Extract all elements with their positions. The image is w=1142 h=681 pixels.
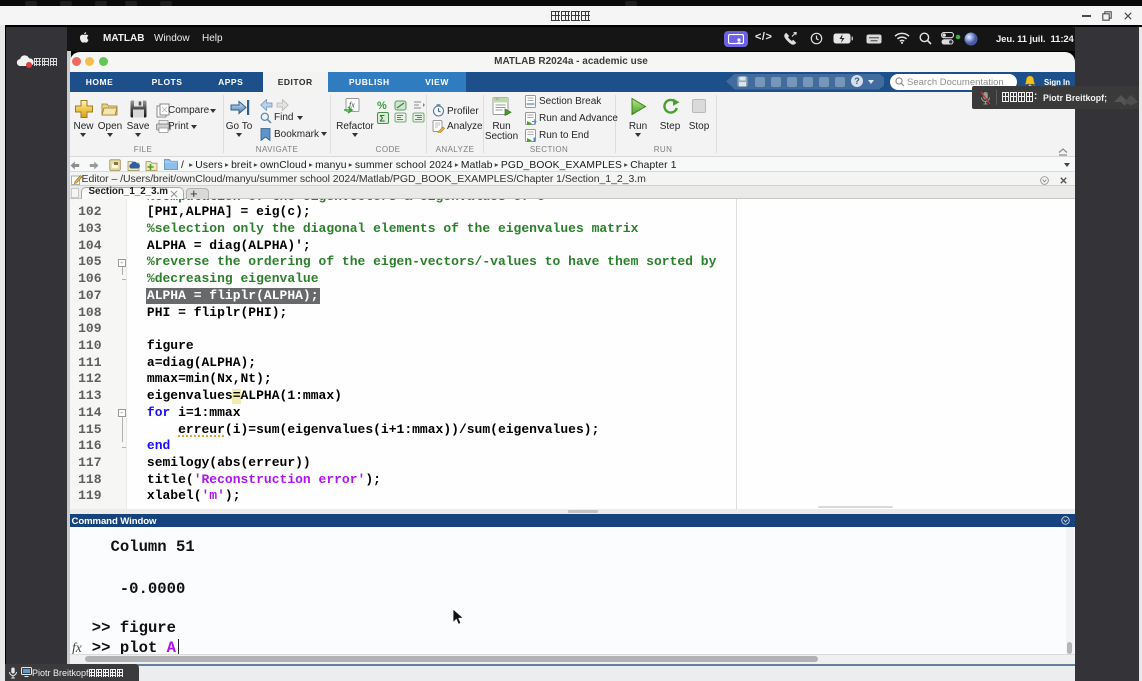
svg-text:Σ: Σ (380, 114, 386, 124)
